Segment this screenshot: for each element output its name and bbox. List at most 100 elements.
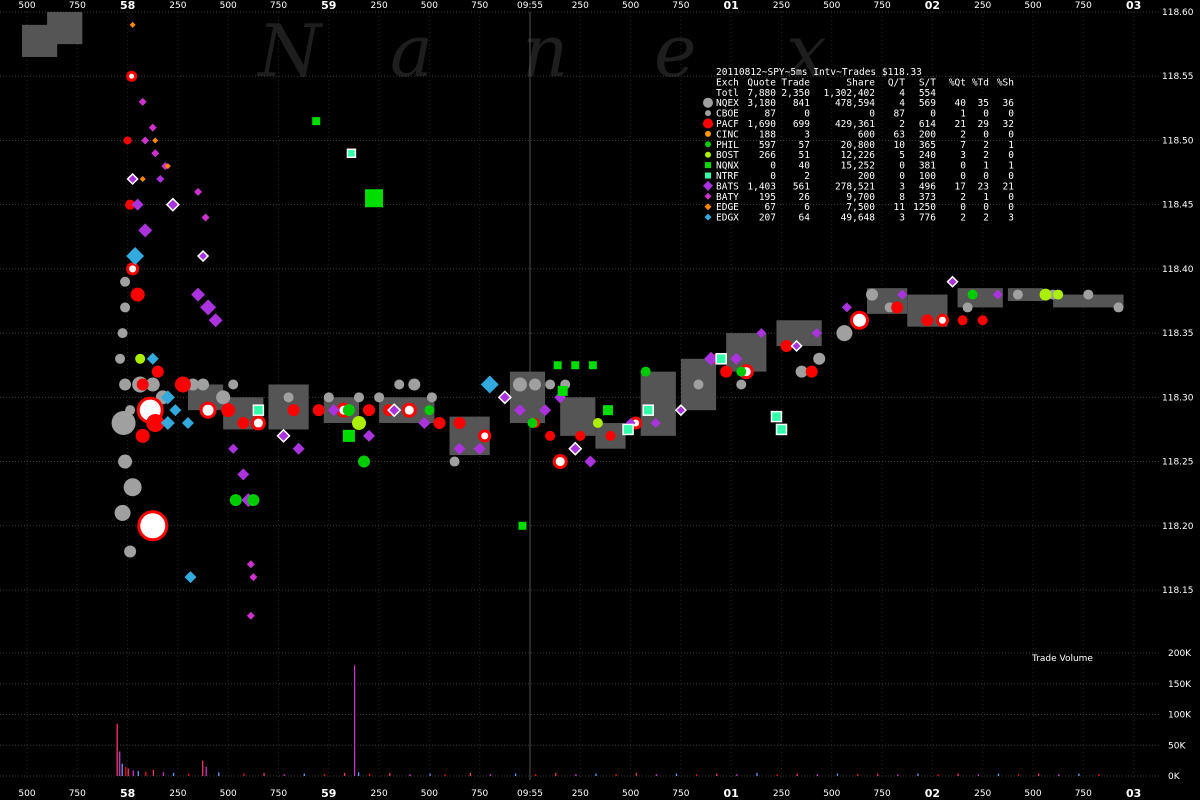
baty-trade-marker [194, 187, 203, 196]
legend-cell: 35 [978, 98, 989, 109]
legend-marker [704, 192, 712, 200]
nqnx-trade-marker [342, 429, 355, 442]
volume-bar [1017, 774, 1020, 776]
nqnx-trade-marker [518, 521, 527, 530]
legend-cell: 0 [1008, 150, 1014, 161]
pacf-trade-marker [545, 430, 556, 441]
volume-bar [675, 773, 678, 776]
legend-cell: BOST [716, 150, 739, 161]
legend-cell: 15,252 [841, 161, 875, 172]
baty-trade-marker [138, 97, 147, 106]
ntrf-trade-marker [775, 423, 788, 436]
trade-marks [111, 21, 1124, 620]
nqex-trade-marker [813, 352, 826, 365]
volume-tick-label: 150K [1168, 680, 1192, 690]
legend-cell: 381 [919, 161, 936, 172]
legend-cell: 614 [919, 119, 936, 130]
volume-bar [756, 772, 758, 776]
legend-cell: BATY [716, 192, 739, 203]
volume-bar [615, 774, 617, 776]
legend-cell: 40 [955, 98, 967, 109]
legend-cell: 3 [960, 150, 966, 161]
price-tick-label: 118.60 [1162, 8, 1194, 18]
quote-band [47, 12, 83, 45]
volume-tick-label: 200K [1168, 649, 1192, 659]
legend-cell: 266 [759, 150, 776, 161]
legend-cell: 17 [955, 181, 966, 192]
quote-band [640, 371, 676, 436]
legend-cell: 429,361 [835, 119, 875, 130]
bats-trade-marker [196, 249, 210, 263]
bats-trade-marker [237, 468, 250, 481]
legend-cell: 0 [983, 202, 989, 213]
legend-cell: 1 [983, 161, 989, 172]
legend-header: Trade [781, 77, 810, 88]
volume-bar [575, 774, 577, 776]
legend-cell: 87 [894, 109, 905, 120]
legend-cell: 0 [899, 161, 905, 172]
quote-band [560, 397, 596, 436]
volume-bar [1038, 773, 1040, 776]
bats-trade-marker [208, 313, 223, 328]
nqex-trade-marker [216, 390, 231, 405]
edge-trade-marker [129, 21, 136, 28]
legend-cell: 0 [960, 171, 966, 182]
pacf-trade-marker [935, 313, 949, 327]
time-tick-label: 500 [823, 1, 840, 11]
pacf-trade-marker [891, 301, 904, 314]
nqex-trade-marker [693, 379, 704, 390]
legend-header: S/T [919, 77, 936, 88]
legend-cell: 4 [899, 88, 905, 99]
volume-bar [796, 773, 798, 776]
legend-cell: 23 [978, 181, 989, 192]
legend-cell: 20,800 [841, 140, 876, 151]
price-tick-label: 118.45 [1162, 201, 1194, 211]
volume-bar [389, 772, 391, 776]
legend-marker [703, 97, 713, 108]
bats-trade-marker [946, 275, 959, 288]
time-tick-label: 750 [471, 1, 488, 11]
time-tick-label: 58 [120, 787, 135, 800]
time-tick-label: 09:55 [517, 1, 543, 11]
volume-bar [243, 773, 245, 776]
bost-trade-marker [1039, 288, 1052, 301]
volume-bar [353, 665, 356, 776]
watermark: Nanex [256, 9, 827, 93]
legend-cell: PACF [716, 119, 739, 130]
bats-trade-marker [497, 390, 512, 405]
nqex-trade-marker [283, 392, 294, 403]
volume-bar [323, 774, 326, 776]
time-tick-label: 750 [874, 1, 891, 11]
time-tick-label: 250 [169, 789, 186, 799]
watermark-letter: e [654, 9, 697, 93]
legend-marker [703, 180, 713, 191]
legend-cell: 1,302,402 [824, 88, 875, 99]
legend-cell: 2 [960, 192, 966, 203]
legend-cell: 200 [919, 129, 936, 140]
nqex-trade-marker [119, 378, 132, 391]
baty-trade-marker [141, 136, 150, 145]
nqnx-trade-marker [312, 117, 321, 126]
volume-bar [489, 774, 492, 776]
legend-cell: 188 [759, 129, 776, 140]
baty-trade-marker [201, 213, 210, 222]
legend-cell: 0 [1008, 129, 1014, 140]
volume-bar [655, 774, 658, 776]
bats-trade-marker [584, 455, 597, 468]
legend-cell: 597 [759, 140, 776, 151]
volume-bar [836, 773, 839, 776]
volume-bar [716, 773, 718, 776]
legend-cell: 496 [919, 181, 936, 192]
legend-cell: 195 [759, 192, 776, 203]
price-tick-label: 118.20 [1162, 522, 1194, 532]
legend-cell: 0 [1008, 109, 1014, 120]
time-tick-label: 750 [672, 1, 689, 11]
legend-cell: 2 [960, 129, 966, 140]
legend-header: %Qt [949, 77, 966, 88]
time-tick-label: 250 [572, 789, 589, 799]
nqex-trade-marker [120, 302, 131, 313]
legend-cell: 21 [1003, 181, 1015, 192]
time-tick-label: 500 [1024, 1, 1041, 11]
legend-cell: 12,226 [841, 150, 876, 161]
nqex-trade-marker [114, 504, 131, 521]
